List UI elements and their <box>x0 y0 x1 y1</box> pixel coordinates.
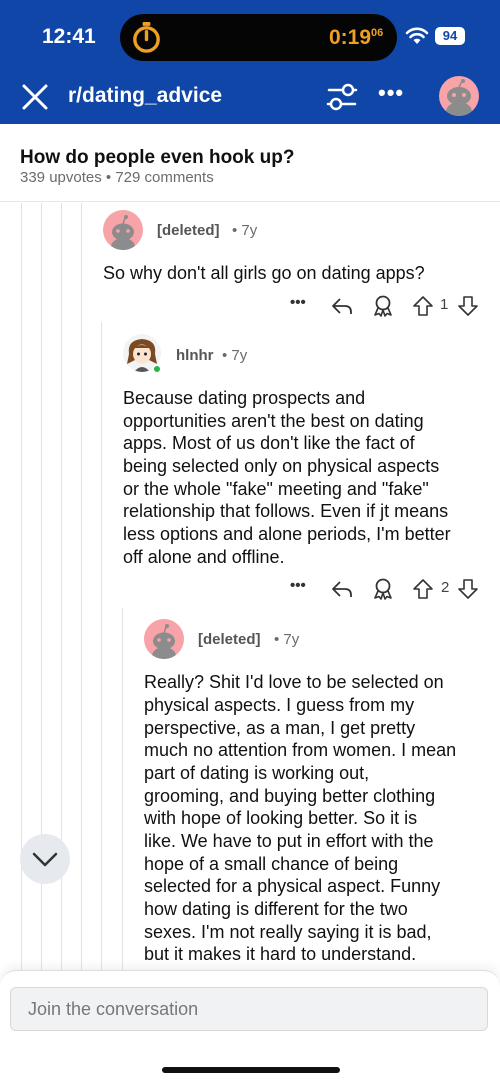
dynamic-island[interactable]: 0:1906 <box>120 14 397 61</box>
comment-body-line: opportunities aren't the best on dating <box>123 411 424 431</box>
top-bar: 12:41 0:1906 94 r/dating_advice ••• <box>0 0 500 124</box>
home-indicator[interactable] <box>162 1067 340 1073</box>
battery-indicator: 94 <box>435 27 465 45</box>
upvote-icon[interactable] <box>411 294 435 318</box>
comment-body-line: off alone and offline. <box>123 547 285 567</box>
more-options-button[interactable]: ••• <box>378 80 404 106</box>
timer-icon <box>133 21 160 53</box>
subreddit-title[interactable]: r/dating_advice <box>68 84 222 108</box>
more-actions-button[interactable]: ••• <box>290 577 306 594</box>
reply-icon[interactable] <box>330 294 354 318</box>
timer-readout: 0:1906 <box>329 26 384 49</box>
comment-username[interactable]: [deleted] <box>157 222 220 239</box>
comment-actions: ••• 1 <box>290 294 490 318</box>
snoo-avatar-icon <box>446 79 472 116</box>
user-avatar[interactable] <box>439 76 479 116</box>
comment-body-line: part of dating is working out, <box>144 763 370 783</box>
thread-line[interactable] <box>81 203 82 970</box>
comment-age: • 7y <box>232 222 258 239</box>
comment-body-line: apps. Most of us don't like the fact of <box>123 433 415 453</box>
award-icon[interactable] <box>371 577 395 601</box>
online-status-dot <box>152 364 162 374</box>
avatar[interactable] <box>144 619 184 659</box>
comment-body-line: Because dating prospects and <box>123 388 366 408</box>
comment-body-line: sexes. I'm not really saying it is bad, <box>144 922 432 942</box>
wifi-icon <box>405 27 429 44</box>
comment-body-line: relationship that follows. Even if jt me… <box>123 501 449 521</box>
snoo-avatar-icon <box>152 624 176 659</box>
comment-body-line: how dating is different for the two <box>144 899 408 919</box>
comment-age: • 7y <box>222 347 248 364</box>
comment-body-line: perspective, as a man, I get pretty <box>144 718 416 738</box>
snoo-avatar-icon <box>111 215 135 250</box>
upvote-icon[interactable] <box>411 577 435 601</box>
post-title[interactable]: How do people even hook up? <box>20 147 294 169</box>
comment-actions: ••• 2 <box>290 577 490 601</box>
comment-body-line: grooming, and buying better clothing <box>144 786 436 806</box>
chevron-down-icon <box>32 852 58 867</box>
comment-body-line: with hope of looking better. So it is <box>144 808 418 828</box>
vote-count: 1 <box>440 296 449 313</box>
comment-body-line: physical aspects. I guess from my <box>144 695 415 715</box>
collapse-thread-button[interactable] <box>20 834 70 884</box>
avatar[interactable] <box>103 210 143 250</box>
award-icon[interactable] <box>371 294 395 318</box>
downvote-icon[interactable] <box>456 577 480 601</box>
comment-composer-bar: Join the conversation <box>0 970 500 1084</box>
close-icon[interactable] <box>20 82 50 112</box>
more-actions-button[interactable]: ••• <box>290 294 306 311</box>
comment-body: So why don't all girls go on dating apps… <box>103 263 425 283</box>
comment-body-line: but it makes it hard to understand. <box>144 944 417 964</box>
comment-username[interactable]: [deleted] <box>198 631 261 648</box>
reply-icon[interactable] <box>330 577 354 601</box>
comment-body-line: Really? Shit I'd love to be selected on <box>144 672 444 692</box>
comment-body-line: selected for a physical aspect. Funny <box>144 876 441 896</box>
comment-body-line: hope of a small chance of being <box>144 854 399 874</box>
filter-icon[interactable] <box>326 82 358 112</box>
comment-age: • 7y <box>274 631 300 648</box>
post-header[interactable]: How do people even hook up? 339 upvotes … <box>0 124 500 202</box>
thread-line[interactable] <box>122 608 123 970</box>
comment-body-line: like. We have to put in effort with the <box>144 831 434 851</box>
join-conversation-input[interactable]: Join the conversation <box>10 987 488 1031</box>
thread-line[interactable] <box>101 322 102 970</box>
comment-username[interactable]: hlnhr <box>176 347 214 364</box>
status-time: 12:41 <box>42 25 96 48</box>
downvote-icon[interactable] <box>456 294 480 318</box>
comment-body-line: much no attention from women. I mean <box>144 740 457 760</box>
post-meta: 339 upvotes • 729 comments <box>20 169 214 186</box>
vote-count: 2 <box>441 579 450 596</box>
comment-body-line: being selected only on physical aspects <box>123 456 440 476</box>
comment-body-line: or the whole "fake" meeting and "fake" <box>123 479 429 499</box>
comment-body-line: less options and alone periods, I'm bett… <box>123 524 451 544</box>
